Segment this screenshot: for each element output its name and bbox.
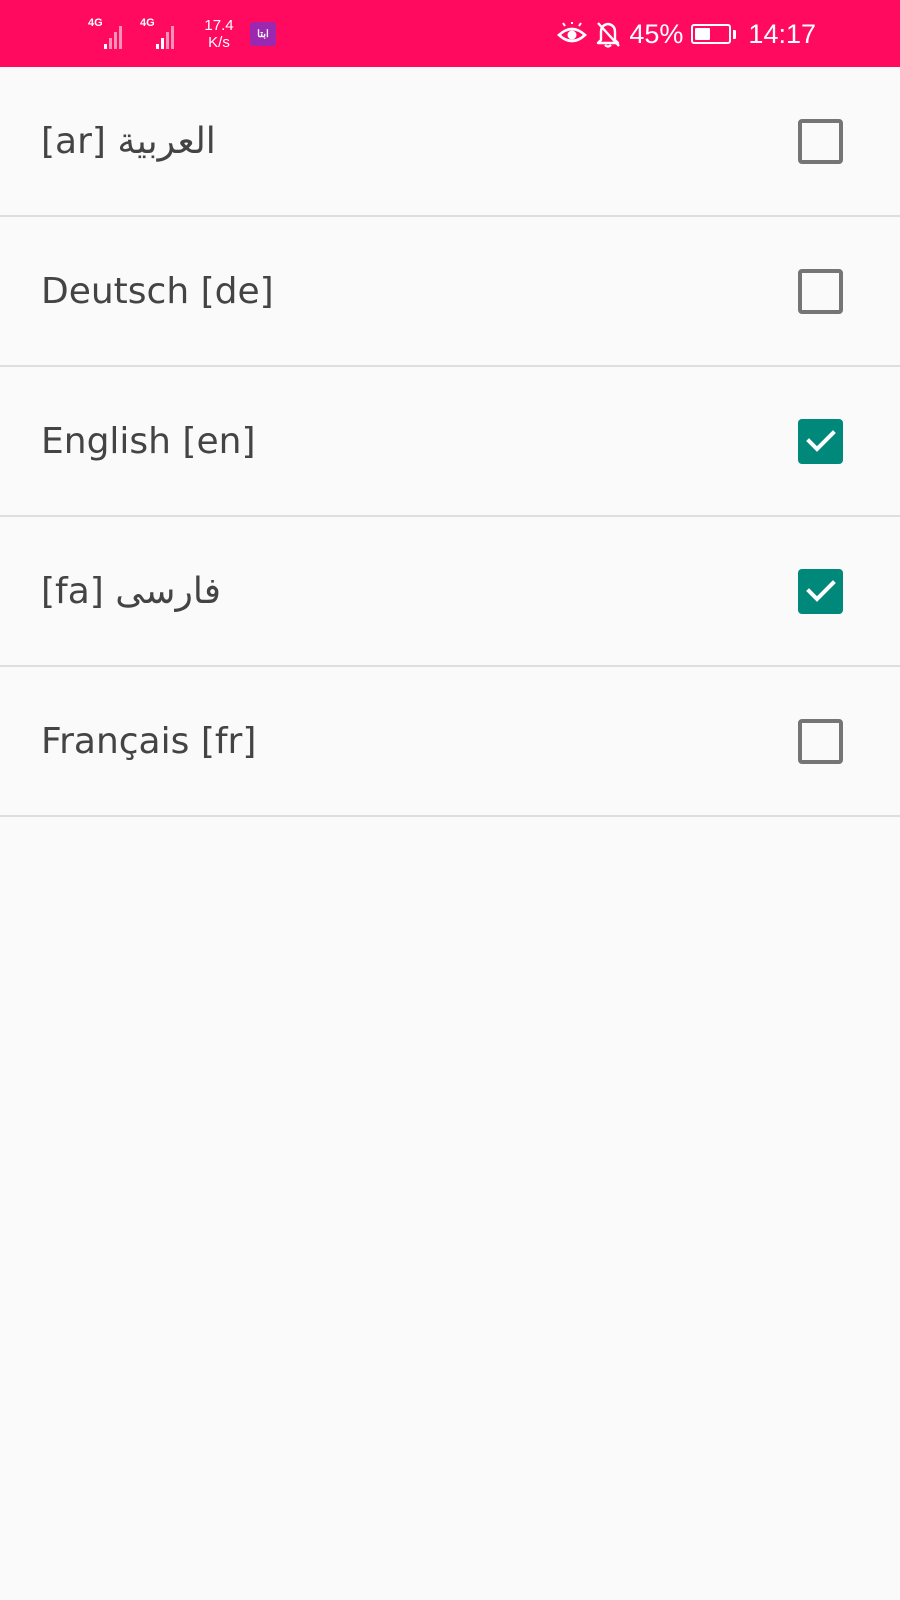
status-bar: 4G 4G 17.4 K/s ابتا 45% 14:17	[0, 0, 900, 67]
clock-time: 14:17	[748, 18, 816, 49]
status-left-group: 4G 4G 17.4 K/s ابتا	[88, 12, 276, 56]
eye-icon	[557, 22, 588, 46]
language-label: Deutsch [de]	[41, 270, 274, 312]
language-item-ar[interactable]: العربية [ar]	[0, 67, 900, 217]
checkmark-icon	[805, 430, 836, 452]
app-badge-text: ابتا	[257, 28, 269, 40]
battery-body	[691, 24, 732, 44]
checkmark-icon	[805, 580, 836, 602]
app-notification-icon: ابتا	[250, 22, 276, 46]
language-checkbox[interactable]	[798, 268, 843, 314]
signal-icon	[104, 26, 122, 49]
network-speed-unit: K/s	[208, 34, 230, 51]
language-label: Français [fr]	[41, 720, 257, 762]
language-list: العربية [ar] Deutsch [de] English [en] فارس…	[0, 67, 900, 817]
language-checkbox[interactable]	[798, 118, 843, 164]
battery-percent: 45%	[629, 18, 684, 49]
language-checkbox[interactable]	[798, 418, 843, 464]
language-item-fa[interactable]: فارسی [fa]	[0, 517, 900, 667]
status-right-group: 45% 14:17	[557, 12, 816, 56]
language-checkbox[interactable]	[798, 718, 843, 764]
language-item-de[interactable]: Deutsch [de]	[0, 217, 900, 367]
language-item-fr[interactable]: Français [fr]	[0, 667, 900, 817]
signal-2: 4G	[140, 16, 184, 52]
network-speed-value: 17.4	[204, 17, 234, 34]
battery-fill	[695, 28, 710, 40]
language-label: العربية [ar]	[41, 120, 216, 162]
network-speed: 17.4 K/s	[198, 17, 240, 51]
language-label: فارسی [fa]	[41, 570, 222, 612]
language-checkbox[interactable]	[798, 568, 843, 614]
battery-tip	[733, 29, 737, 39]
language-item-en[interactable]: English [en]	[0, 367, 900, 517]
language-label: English [en]	[41, 420, 256, 462]
signal-1: 4G	[88, 16, 132, 52]
signal-icon	[156, 26, 174, 49]
battery-icon	[691, 24, 737, 44]
bell-off-icon	[595, 20, 621, 48]
